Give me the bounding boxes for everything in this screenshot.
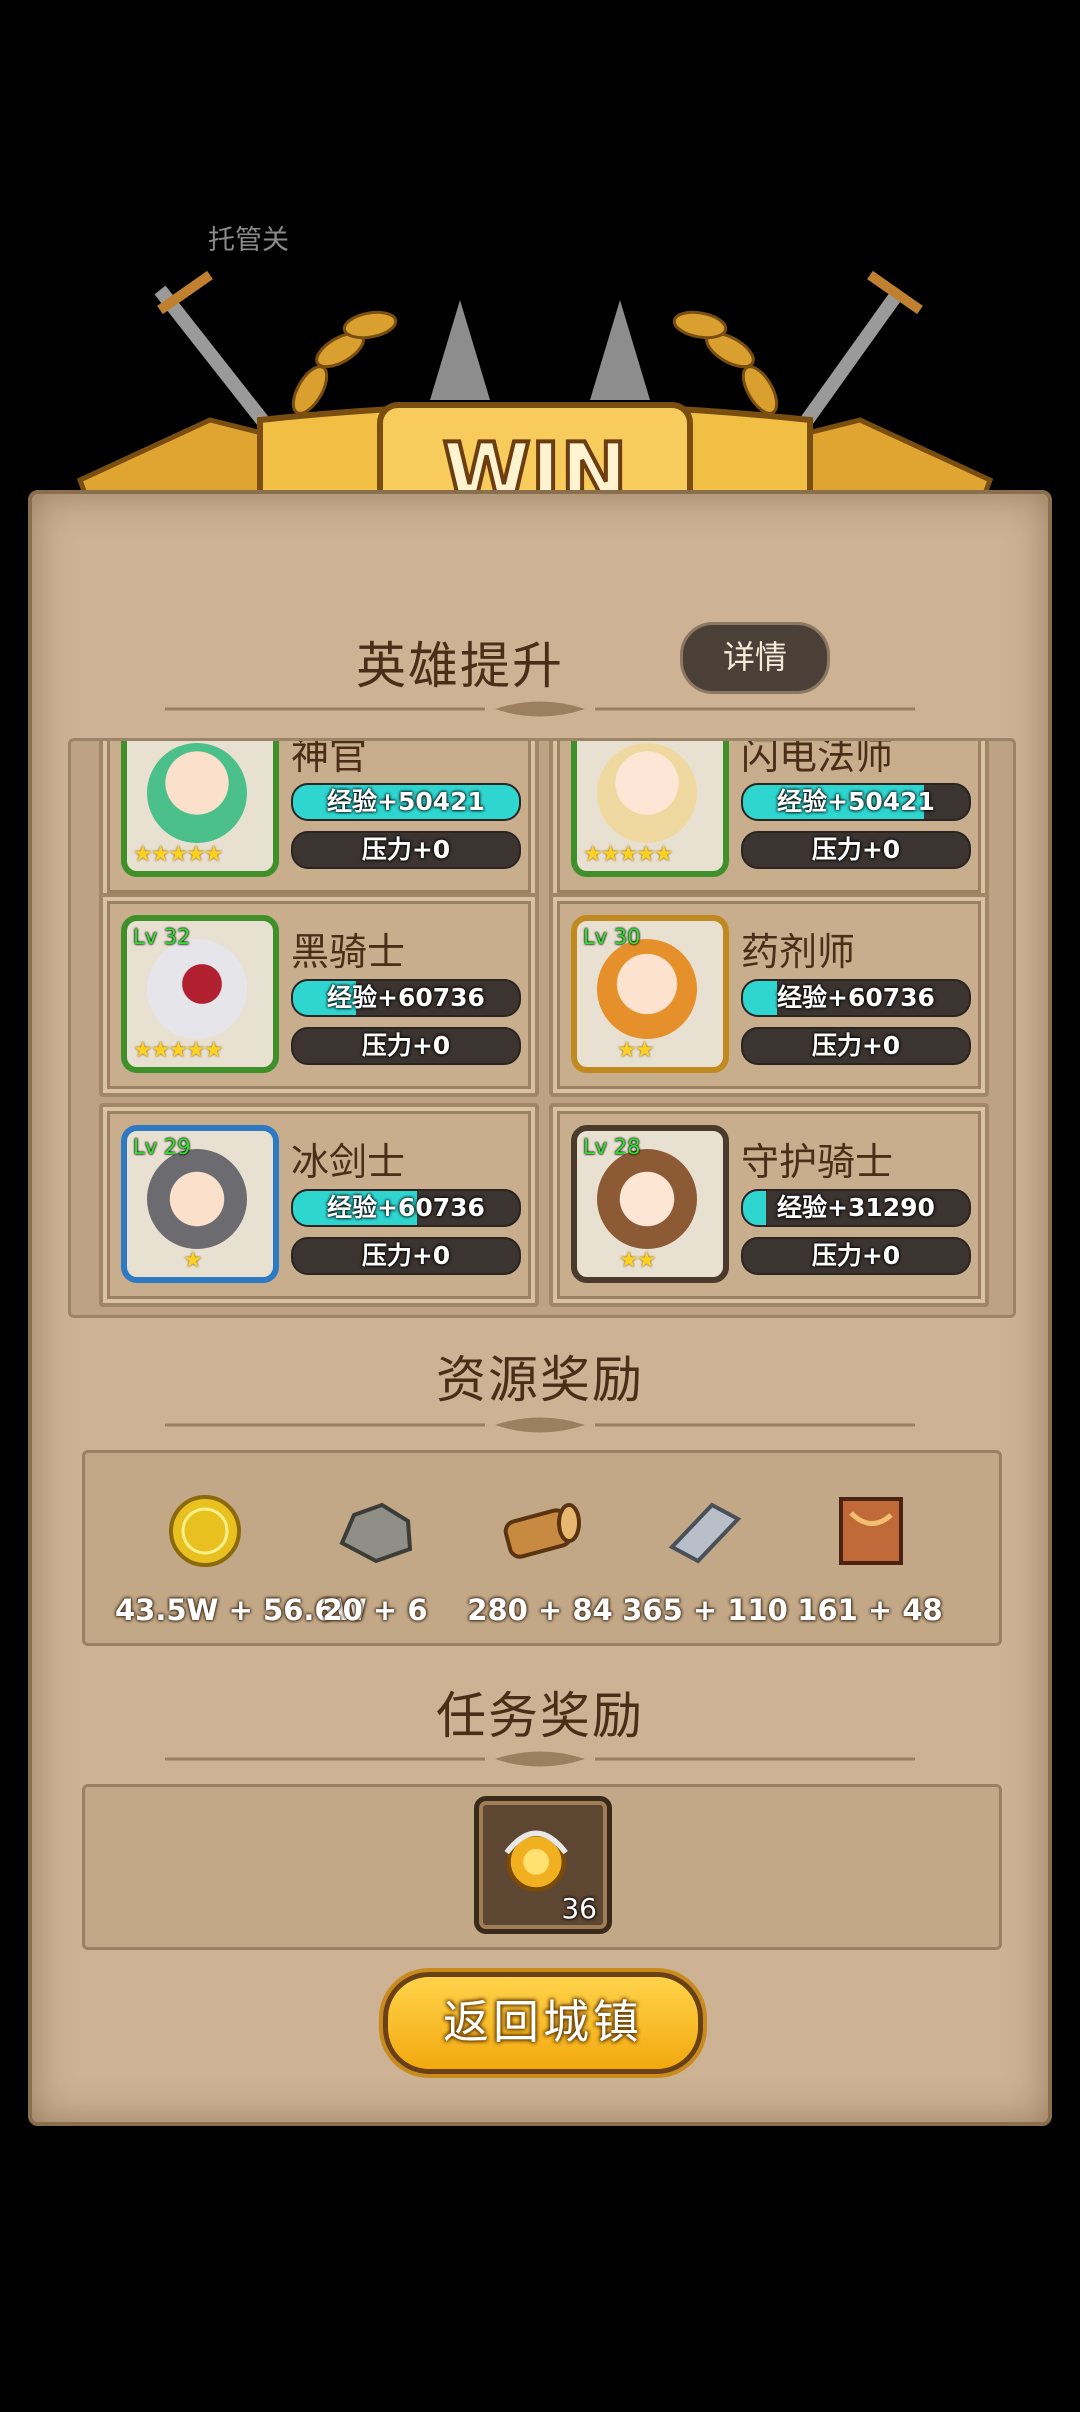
hero-avatar bbox=[147, 743, 247, 843]
hero-name: 闪电法师 bbox=[741, 738, 894, 778]
star-rating: ★ bbox=[183, 1248, 203, 1273]
hero-card[interactable]: Lv 30 ★★ 药剂师 经验+60736 压力+0 bbox=[549, 893, 989, 1097]
hero-card[interactable]: Lv 28 ★★ 守护骑士 经验+31290 压力+0 bbox=[549, 1103, 989, 1307]
hero-avatar bbox=[597, 743, 697, 843]
hero-portrait: ★★★★★ bbox=[571, 741, 729, 877]
hero-level: Lv 28 bbox=[583, 1135, 641, 1159]
hero-avatar bbox=[597, 939, 697, 1039]
pressure-text: 压力+0 bbox=[811, 835, 901, 864]
sword-right-icon bbox=[794, 270, 923, 435]
exp-text: 经验+50421 bbox=[777, 787, 935, 816]
hero-level: Lv 30 bbox=[583, 925, 641, 949]
pressure-bar: 压力+0 bbox=[291, 831, 521, 869]
hero-card[interactable]: ★★★★★ 闪电法师 经验+50421 压力+0 bbox=[549, 738, 989, 901]
hero-card[interactable]: Lv 29 ★ 冰剑士 经验+60736 压力+0 bbox=[99, 1103, 539, 1307]
hero-portrait: ★★★★★ bbox=[121, 741, 279, 877]
resource-value: 280 + 84 bbox=[467, 1593, 613, 1627]
star-rating: ★★★★★ bbox=[133, 842, 224, 867]
exp-text: 经验+50421 bbox=[327, 787, 485, 816]
exp-text: 经验+60736 bbox=[327, 1193, 485, 1222]
star-rating: ★★ bbox=[617, 1038, 654, 1063]
hero-card[interactable]: ★★★★★ 神官 经验+50421 压力+0 bbox=[99, 738, 539, 901]
details-button[interactable]: 详情 bbox=[680, 622, 830, 694]
resource-item: 365 + 110 bbox=[615, 1493, 795, 1627]
exp-bar: 经验+50421 bbox=[741, 783, 971, 821]
star-rating: ★★ bbox=[619, 1248, 656, 1273]
hero-portrait: Lv 28 ★★ bbox=[571, 1125, 729, 1283]
pressure-text: 压力+0 bbox=[361, 1241, 451, 1270]
sword-left-icon bbox=[154, 270, 276, 435]
stage-label: 托管关 bbox=[208, 225, 289, 256]
pressure-text: 压力+0 bbox=[361, 835, 451, 864]
hero-level: Lv 32 bbox=[133, 925, 191, 949]
exp-bar: 经验+50421 bbox=[291, 783, 521, 821]
pressure-text: 压力+0 bbox=[811, 1031, 901, 1060]
exp-text: 经验+60736 bbox=[327, 983, 485, 1012]
hero-name: 冰剑士 bbox=[291, 1140, 406, 1184]
pressure-bar: 压力+0 bbox=[291, 1237, 521, 1275]
star-rating: ★★★★★ bbox=[133, 1038, 224, 1063]
resource-section-title: 资源奖励 bbox=[436, 1351, 644, 1409]
exp-bar: 经验+60736 bbox=[741, 979, 971, 1017]
exp-bar: 经验+60736 bbox=[291, 1189, 521, 1227]
resource-value: 43.5W + 56.6W bbox=[115, 1593, 367, 1627]
resource-value: 365 + 110 bbox=[622, 1593, 788, 1627]
exp-bar: 经验+31290 bbox=[741, 1189, 971, 1227]
resource-value: 161 + 48 bbox=[797, 1593, 943, 1627]
task-section-title: 任务奖励 bbox=[436, 1687, 644, 1745]
pressure-bar: 压力+0 bbox=[741, 1237, 971, 1275]
exp-text: 经验+31290 bbox=[777, 1193, 935, 1222]
hero-portrait: Lv 30 ★★ bbox=[571, 915, 729, 1073]
pressure-bar: 压力+0 bbox=[291, 1027, 521, 1065]
hero-name: 黑骑士 bbox=[291, 930, 406, 974]
hero-name: 药剂师 bbox=[741, 930, 856, 974]
return-town-button[interactable]: 返回城镇 bbox=[383, 1972, 703, 2074]
hero-avatar bbox=[147, 939, 247, 1039]
wood-log-icon bbox=[503, 1503, 581, 1559]
pressure-text: 压力+0 bbox=[811, 1241, 901, 1270]
reward-count: 36 bbox=[561, 1892, 597, 1925]
resource-value: 20 + 6 bbox=[322, 1593, 428, 1627]
hero-name: 守护骑士 bbox=[741, 1140, 894, 1184]
divider-ornament bbox=[165, 701, 915, 717]
hero-name: 神官 bbox=[291, 738, 368, 778]
exp-bar: 经验+60736 bbox=[291, 979, 521, 1017]
pressure-text: 压力+0 bbox=[361, 1031, 451, 1060]
iron-ingot-icon bbox=[668, 1502, 742, 1564]
resource-item: 43.5W + 56.6W bbox=[115, 1493, 367, 1627]
resource-item: 161 + 48 bbox=[780, 1493, 960, 1627]
resource-item: 280 + 84 bbox=[450, 1493, 630, 1627]
task-reward-item[interactable]: 36 bbox=[474, 1796, 612, 1934]
stone-icon bbox=[339, 1502, 413, 1564]
hero-level: Lv 29 bbox=[133, 1135, 191, 1159]
divider-ornament bbox=[165, 1417, 915, 1433]
hero-section-title: 英雄提升 bbox=[356, 637, 564, 695]
resource-rewards: 43.5W + 56.6W 20 + 6 280 + 84 365 + 110 … bbox=[82, 1450, 1002, 1646]
hero-portrait: Lv 29 ★ bbox=[121, 1125, 279, 1283]
pressure-bar: 压力+0 bbox=[741, 831, 971, 869]
hero-list[interactable]: ★★★★★ 神官 经验+50421 压力+0 ★★★★★ 闪电法师 经验+504… bbox=[68, 738, 1016, 1318]
hero-portrait: Lv 32 ★★★★★ bbox=[121, 915, 279, 1073]
cloth-icon bbox=[839, 1497, 903, 1565]
gold-coin-icon bbox=[169, 1495, 241, 1567]
hero-card[interactable]: Lv 32 ★★★★★ 黑骑士 经验+60736 压力+0 bbox=[99, 893, 539, 1097]
hero-avatar bbox=[147, 1149, 247, 1249]
star-rating: ★★★★★ bbox=[583, 842, 674, 867]
divider-ornament bbox=[165, 1751, 915, 1767]
resource-item: 20 + 6 bbox=[285, 1493, 465, 1627]
exp-text: 经验+60736 bbox=[777, 983, 935, 1012]
hero-avatar bbox=[597, 1149, 697, 1249]
pressure-bar: 压力+0 bbox=[741, 1027, 971, 1065]
